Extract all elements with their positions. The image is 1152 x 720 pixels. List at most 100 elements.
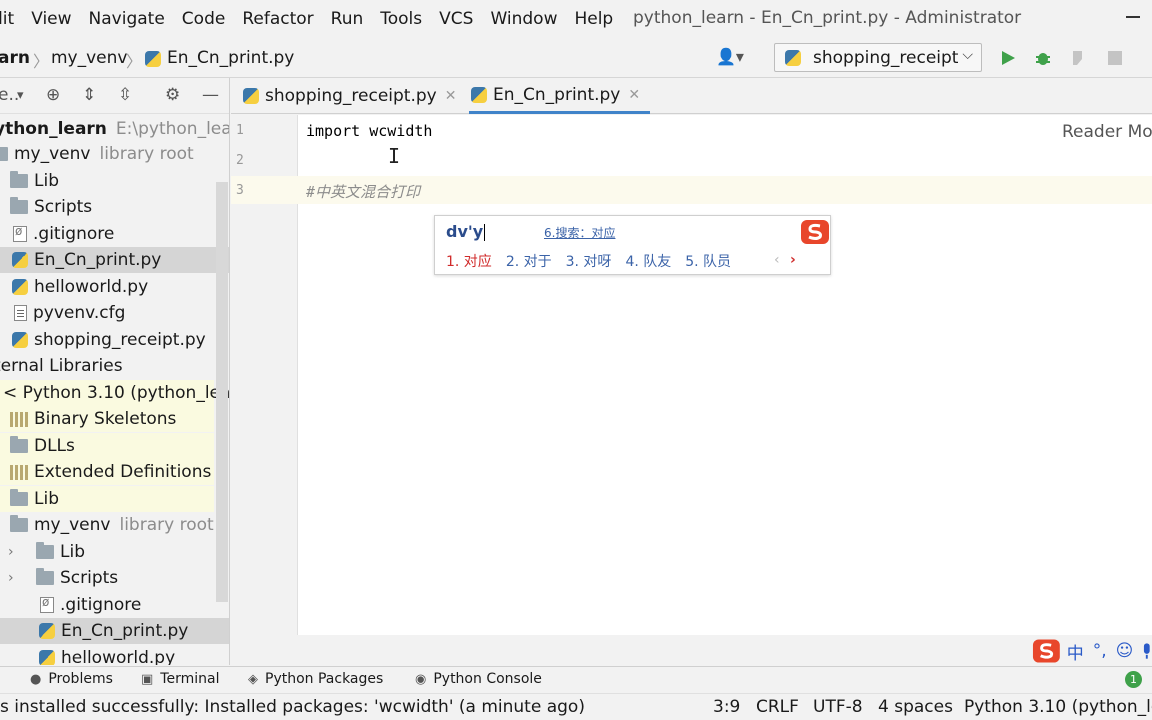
tree-item-sdk-venv-lib[interactable]: › Lib bbox=[0, 539, 229, 565]
line-separator[interactable]: CRLF bbox=[756, 697, 799, 717]
tree-item-dlls[interactable]: DLLs bbox=[0, 433, 214, 459]
ime-candidate[interactable]: 3. 对呀 bbox=[566, 251, 612, 271]
ime-candidate-window: dv'y 6.搜索：对应 1. 对应 2. 对于 3. 对呀 4. 队友 5. … bbox=[434, 215, 831, 275]
event-log-icon[interactable]: 1 bbox=[1125, 671, 1142, 688]
editor-tab-bar: shopping_receipt.py ✕ En_Cn_print.py ✕ bbox=[231, 78, 1152, 114]
ime-next-page-icon[interactable]: › bbox=[790, 252, 796, 268]
close-icon[interactable]: ✕ bbox=[445, 88, 457, 104]
tree-item-label: Scripts bbox=[60, 568, 119, 588]
menu-edit[interactable]: dit bbox=[0, 9, 14, 29]
collapse-all-icon[interactable]: ⇳ bbox=[118, 85, 132, 105]
python-file-icon bbox=[243, 88, 259, 104]
ime-candidate[interactable]: 4. 队友 bbox=[625, 251, 671, 271]
tree-item-sdk-my-venv[interactable]: my_venv library root bbox=[0, 512, 229, 538]
tree-item-sdk-lib[interactable]: Lib bbox=[0, 486, 214, 512]
menu-refactor[interactable]: Refactor bbox=[242, 9, 313, 29]
ime-candidate[interactable]: 1. 对应 bbox=[446, 251, 492, 271]
indent-setting[interactable]: 4 spaces bbox=[878, 697, 953, 717]
line-number: 2 bbox=[236, 153, 244, 168]
terminal-tab[interactable]: ▣ Terminal bbox=[141, 671, 219, 687]
tab-shopping-receipt[interactable]: shopping_receipt.py ✕ bbox=[243, 78, 456, 114]
tree-item-scripts[interactable]: Scripts bbox=[0, 194, 229, 220]
close-icon[interactable]: ✕ bbox=[628, 87, 640, 103]
tree-root[interactable]: ython_learn E:\python_learn bbox=[0, 116, 229, 142]
menu-code[interactable]: Code bbox=[182, 9, 226, 29]
config-file-icon bbox=[14, 305, 27, 321]
tree-item-external-libraries[interactable]: ternal Libraries bbox=[0, 353, 229, 379]
caret-position[interactable]: 3:9 bbox=[713, 697, 740, 717]
run-icon[interactable] bbox=[998, 48, 1018, 68]
tree-item-label: Lib bbox=[34, 171, 59, 191]
tree-item-label: helloworld.py bbox=[34, 277, 149, 297]
python-file-icon bbox=[471, 86, 487, 103]
sogou-logo-icon[interactable] bbox=[1032, 638, 1061, 664]
menu-help[interactable]: Help bbox=[574, 9, 613, 29]
hide-panel-icon[interactable]: — bbox=[202, 85, 219, 105]
breadcrumb-folder[interactable]: my_venv bbox=[51, 48, 127, 68]
ime-punct-toggle[interactable]: °, bbox=[1093, 641, 1107, 661]
folder-icon bbox=[36, 542, 54, 559]
ime-search-link[interactable]: 6.搜索：对应 bbox=[544, 224, 615, 241]
menu-vcs[interactable]: VCS bbox=[439, 9, 473, 29]
tree-item-suffix: library root bbox=[119, 515, 214, 535]
tree-item-my-venv[interactable]: my_venv library root bbox=[0, 141, 229, 167]
python-console-tab[interactable]: ◉ Python Console bbox=[415, 671, 542, 687]
menu-view[interactable]: View bbox=[31, 9, 71, 29]
menu-tools[interactable]: Tools bbox=[380, 9, 422, 29]
debug-icon[interactable] bbox=[1033, 48, 1053, 68]
ime-prev-page-icon[interactable]: ‹ bbox=[774, 252, 780, 268]
run-configuration-select[interactable]: shopping_receipt ⌵ bbox=[774, 43, 982, 72]
reader-mode-button[interactable]: Reader Mo bbox=[1062, 122, 1152, 142]
code-line-1[interactable]: import wcwidth bbox=[306, 122, 432, 140]
tree-item-python-sdk[interactable]: < Python 3.10 (python_lear bbox=[0, 380, 229, 406]
file-encoding[interactable]: UTF-8 bbox=[813, 697, 863, 717]
stop-icon[interactable] bbox=[1105, 48, 1125, 68]
tree-item-extended-definitions[interactable]: Extended Definitions bbox=[0, 459, 214, 485]
chevron-right-icon[interactable]: › bbox=[8, 544, 24, 560]
tree-item-sdk-venv-en-cn-print[interactable]: En_Cn_print.py bbox=[0, 618, 229, 644]
python-packages-tab[interactable]: ◈ Python Packages bbox=[248, 671, 383, 687]
project-scrollbar[interactable] bbox=[216, 182, 228, 602]
gear-icon[interactable]: ⚙ bbox=[165, 85, 180, 105]
ime-mode-toggle[interactable]: 中 bbox=[1067, 639, 1084, 664]
menu-navigate[interactable]: Navigate bbox=[89, 9, 165, 29]
tree-item-helloworld[interactable]: helloworld.py bbox=[0, 274, 229, 300]
tree-item-sdk-venv-scripts[interactable]: › Scripts bbox=[0, 565, 229, 591]
tree-item-label: shopping_receipt.py bbox=[34, 330, 206, 350]
expand-all-icon[interactable]: ⇕ bbox=[82, 85, 96, 105]
menu-run[interactable]: Run bbox=[331, 9, 364, 29]
tree-item-en-cn-print[interactable]: En_Cn_print.py bbox=[0, 247, 229, 273]
window-title: python_learn - En_Cn_print.py - Administ… bbox=[633, 8, 1022, 28]
ime-candidate[interactable]: 2. 对于 bbox=[506, 251, 552, 271]
tool-window-label: Terminal bbox=[160, 671, 220, 687]
problems-tab[interactable]: ● Problems bbox=[30, 671, 113, 687]
tab-en-cn-print[interactable]: En_Cn_print.py ✕ bbox=[469, 78, 651, 114]
coverage-icon[interactable] bbox=[1069, 48, 1089, 68]
user-icon[interactable]: 👤▾ bbox=[716, 47, 744, 66]
breadcrumb-file[interactable]: En_Cn_print.py bbox=[167, 48, 294, 68]
tree-item-label: ternal Libraries bbox=[0, 356, 123, 376]
breadcrumb-project[interactable]: arn bbox=[0, 48, 30, 68]
interpreter-select[interactable]: Python 3.10 (python_le bbox=[964, 697, 1152, 717]
chevron-right-icon[interactable]: › bbox=[8, 570, 24, 586]
status-bar: s installed successfully: Installed pack… bbox=[0, 693, 1152, 720]
python-file-icon bbox=[785, 49, 801, 66]
tree-item-gitignore[interactable]: .gitignore bbox=[0, 221, 229, 247]
minimize-icon[interactable] bbox=[1126, 16, 1140, 18]
tree-item-sdk-venv-helloworld[interactable]: helloworld.py bbox=[0, 645, 229, 665]
tree-item-label: En_Cn_print.py bbox=[34, 250, 162, 270]
locate-icon[interactable]: ⊕ bbox=[46, 85, 60, 105]
emoji-icon[interactable]: ☺ bbox=[1116, 641, 1134, 661]
tree-item-pyvenv-cfg[interactable]: pyvenv.cfg bbox=[0, 300, 229, 326]
microphone-icon[interactable] bbox=[1142, 642, 1152, 660]
chevron-down-icon[interactable]: ▾ bbox=[17, 88, 24, 103]
line-number: 3 bbox=[236, 183, 244, 198]
tree-item-sdk-venv-gitignore[interactable]: .gitignore bbox=[0, 592, 229, 618]
code-line-3[interactable]: #中英文混合打印 bbox=[306, 181, 420, 202]
status-message[interactable]: s installed successfully: Installed pack… bbox=[0, 697, 585, 717]
tree-item-binary-skeletons[interactable]: Binary Skeletons bbox=[0, 406, 214, 432]
tree-item-lib[interactable]: Lib bbox=[0, 168, 229, 194]
tree-item-shopping-receipt[interactable]: shopping_receipt.py bbox=[0, 327, 229, 353]
ime-candidate[interactable]: 5. 队员 bbox=[685, 251, 731, 271]
menu-window[interactable]: Window bbox=[490, 9, 557, 29]
